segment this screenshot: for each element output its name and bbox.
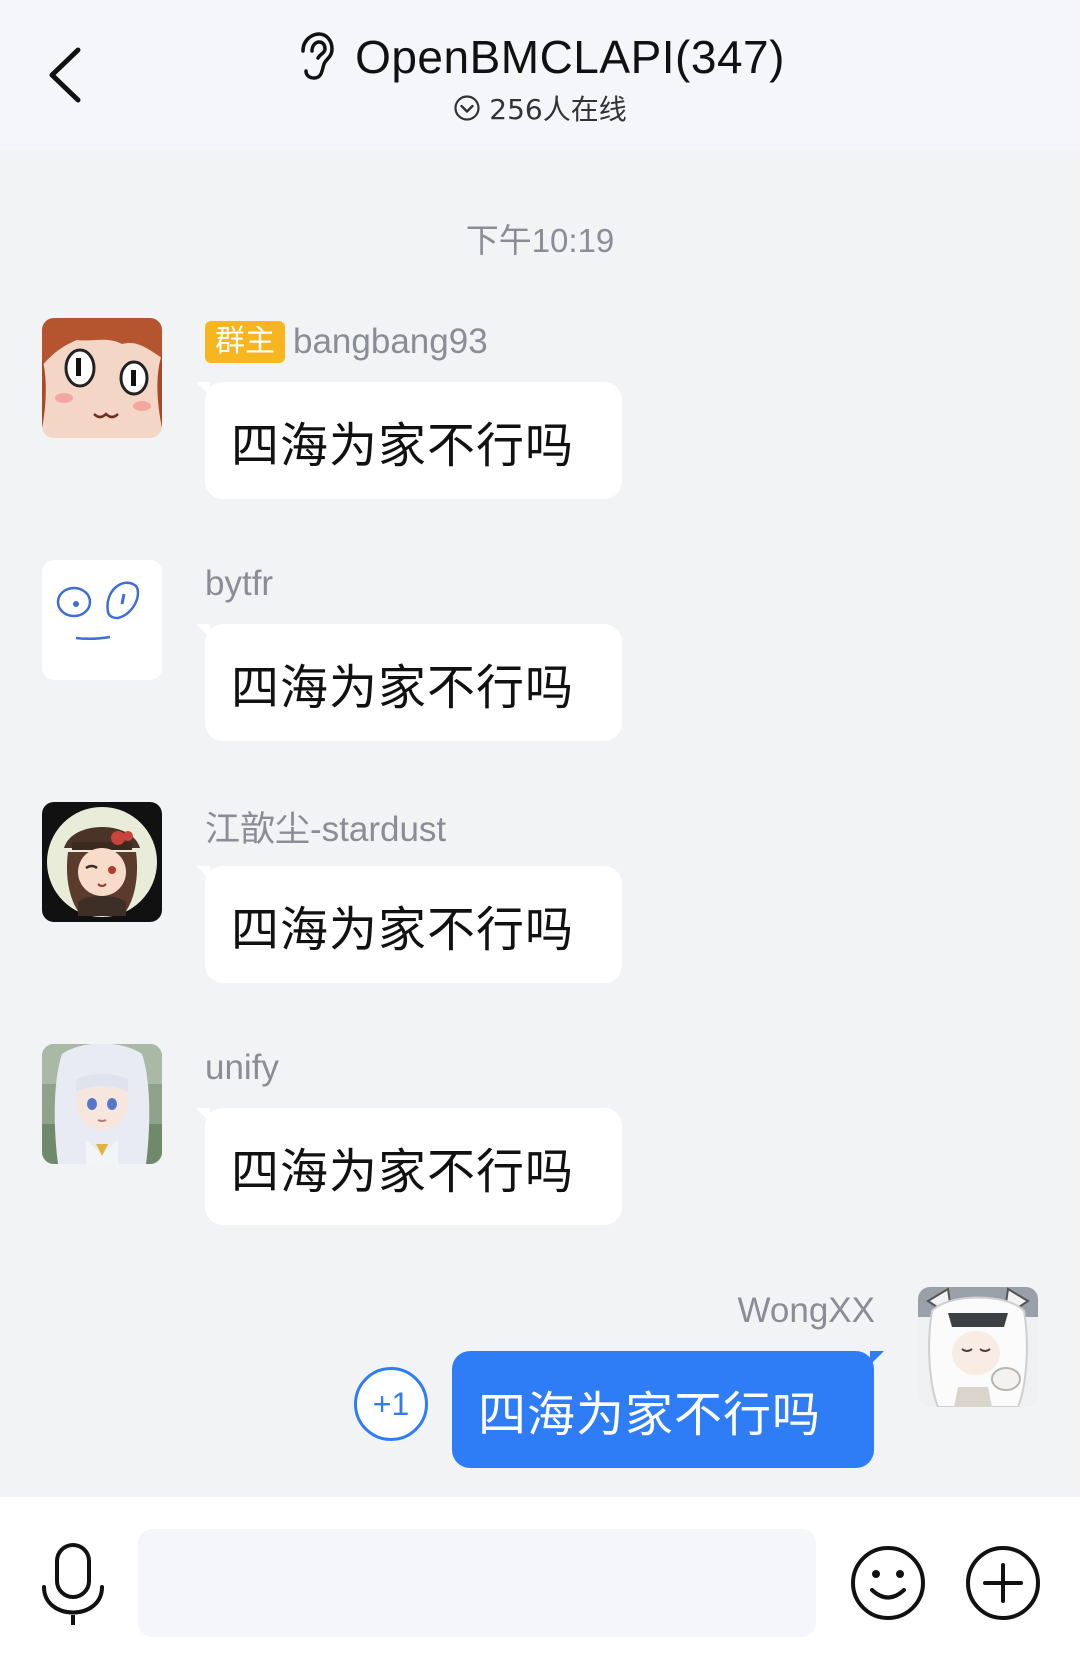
avatar[interactable] [42,318,162,438]
sender-label: bytfr [205,562,273,606]
sender-name[interactable]: bangbang93 [293,322,488,362]
chevron-down-circle-icon [454,95,480,121]
plus-one-button[interactable]: +1 [354,1367,428,1441]
message-timestamp: 下午10:19 [465,222,615,259]
owner-badge: 群主 [205,321,285,363]
sender-label: unify [205,1046,279,1090]
sender-label: 江歆尘-stardust [205,804,446,849]
avatar[interactable] [918,1287,1038,1407]
sender-label: 群主 bangbang93 [205,320,488,364]
page-title: OpenBMCLAPI(347) [355,31,785,83]
emoji-icon[interactable] [848,1543,928,1623]
online-status[interactable]: 256人在线 [0,88,1080,128]
avatar[interactable] [42,560,162,680]
message-bubble[interactable]: 四海为家不行吗 [205,624,622,741]
sender-name[interactable]: bytfr [205,564,273,604]
sender-name[interactable]: unify [205,1048,279,1088]
chat-header: OpenBMCLAPI(347) 256人在线 [0,0,1080,150]
avatar[interactable] [42,1044,162,1164]
message-bubble[interactable]: 四海为家不行吗 [205,1108,622,1225]
sender-label: WongXX [738,1289,876,1333]
sender-name[interactable]: WongXX [738,1291,876,1331]
avatar[interactable] [42,802,162,922]
title-row[interactable]: OpenBMCLAPI(347) [0,22,1080,92]
sender-name[interactable]: 江歆尘-stardust [205,801,446,852]
message-bubble[interactable]: 四海为家不行吗 [452,1351,874,1468]
message-bubble[interactable]: 四海为家不行吗 [205,382,622,499]
plus-icon[interactable] [963,1543,1043,1623]
online-count: 256人在线 [489,93,627,126]
microphone-icon[interactable] [38,1541,108,1627]
input-bar [0,1497,1080,1667]
ear-icon [301,32,334,80]
message-input[interactable] [138,1529,816,1637]
message-bubble[interactable]: 四海为家不行吗 [205,866,622,983]
